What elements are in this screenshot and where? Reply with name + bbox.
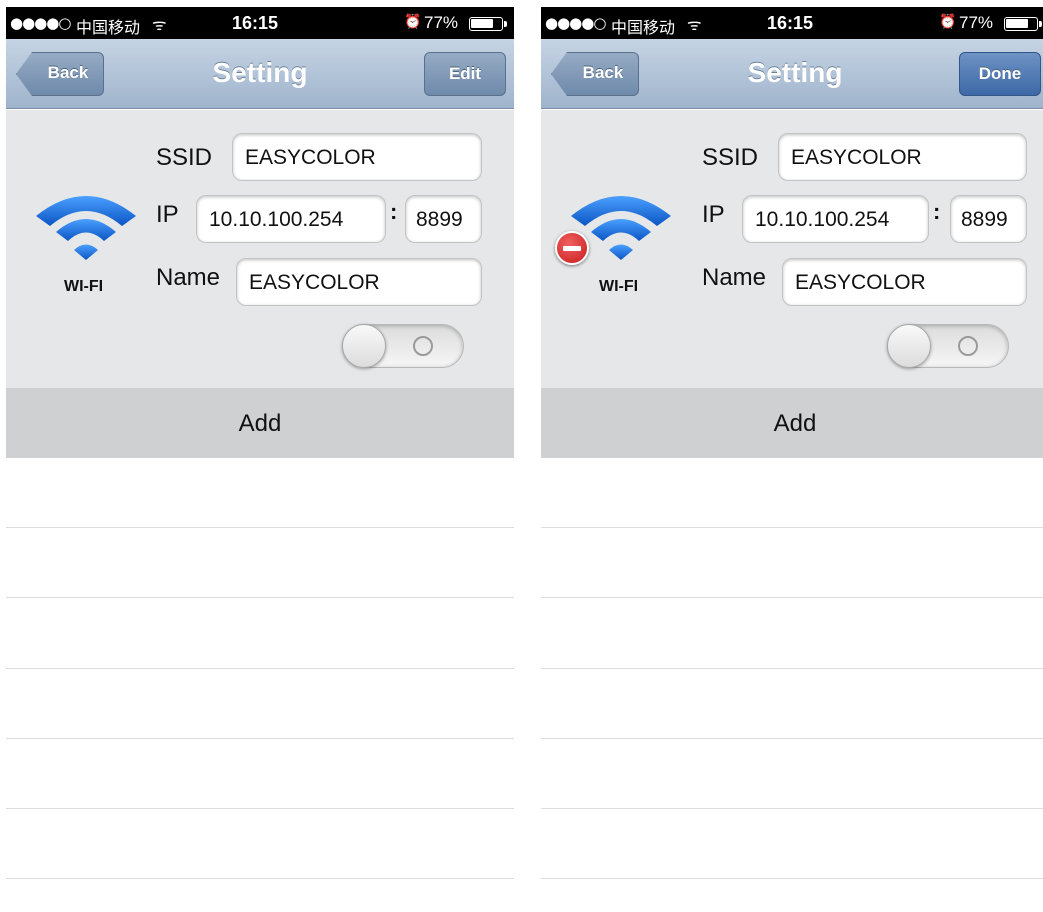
carrier-label: 中国移动 [611,18,676,37]
add-button-label: Add [773,410,817,437]
wifi-icon [571,196,671,260]
row-separator [541,808,1043,809]
done-button-label: Done [978,64,1022,83]
ssid-field[interactable]: EASYCOLOR [778,133,1027,181]
carrier-label: 中国移动 [76,18,141,37]
port-field[interactable]: 8899 [405,195,482,243]
row-separator [6,668,514,669]
toggle-off-icon [413,336,433,356]
row-separator [6,878,514,879]
wifi-label: WI-FI [599,278,639,295]
port-separator: : [933,199,941,224]
wifi-status-icon: ᯤ [687,15,702,34]
row-separator [541,527,1043,528]
add-button[interactable]: Add [541,388,1043,458]
battery-percent: 77% [959,13,994,32]
row-separator [6,527,514,528]
battery-icon [1004,17,1042,31]
device-cell: WI-FI SSID EASYCOLOR IP 10.10.100.254 : … [6,110,514,388]
wifi-status-icon: ᯤ [152,15,167,34]
ssid-label: SSID [702,144,759,171]
edit-button-label: Edit [448,64,482,83]
ssid-label: SSID [156,144,213,171]
status-bar: ●●●●○ 中国移动 ᯤ 16:15 ⏰ 77% [541,7,1043,39]
name-label: Name [156,264,221,291]
signal-icon: ●●●●○ [545,14,606,32]
screen-right: ●●●●○ 中国移动 ᯤ 16:15 ⏰ 77% Back Setting Do… [541,7,1043,912]
ip-field[interactable]: 10.10.100.254 [742,195,929,243]
navigation-bar: Back Setting Done [541,39,1043,109]
ip-label: IP [156,201,179,228]
row-separator [6,597,514,598]
toggle-knob [887,324,931,368]
ssid-field[interactable]: EASYCOLOR [232,133,482,181]
name-field[interactable]: EASYCOLOR [236,258,482,306]
device-toggle[interactable] [887,324,1009,368]
port-separator: : [390,199,398,224]
add-button-label: Add [238,410,282,437]
battery-fill [1006,19,1029,28]
ip-field[interactable]: 10.10.100.254 [196,195,386,243]
row-separator [541,668,1043,669]
signal-icon: ●●●●○ [10,14,71,32]
edit-button[interactable]: Edit [424,52,506,96]
row-separator [6,808,514,809]
battery-fill [471,19,494,28]
status-time: 16:15 [767,13,814,33]
alarm-icon: ⏰ [404,14,422,30]
navigation-bar: Back Setting Edit [6,39,514,109]
done-button[interactable]: Done [959,52,1041,96]
row-separator [541,738,1043,739]
port-field[interactable]: 8899 [950,195,1027,243]
row-separator [541,878,1043,879]
add-button[interactable]: Add [6,388,514,458]
name-label: Name [702,264,767,291]
status-bar: ●●●●○ 中国移动 ᯤ 16:15 ⏰ 77% [6,7,514,39]
battery-icon [469,17,507,31]
wifi-label: WI-FI [64,278,104,295]
ip-label: IP [702,201,725,228]
wifi-icon [36,196,136,260]
toggle-knob [342,324,386,368]
device-cell: WI-FI SSID EASYCOLOR IP 10.10.100.254 : … [541,110,1043,388]
status-time: 16:15 [232,13,279,33]
battery-percent: 77% [424,13,459,32]
device-toggle[interactable] [342,324,464,368]
toggle-off-icon [958,336,978,356]
row-separator [6,738,514,739]
name-field[interactable]: EASYCOLOR [782,258,1027,306]
alarm-icon: ⏰ [939,14,957,30]
screen-left: ●●●●○ 中国移动 ᯤ 16:15 ⏰ 77% Back Setting Ed… [6,7,514,912]
row-separator [541,597,1043,598]
